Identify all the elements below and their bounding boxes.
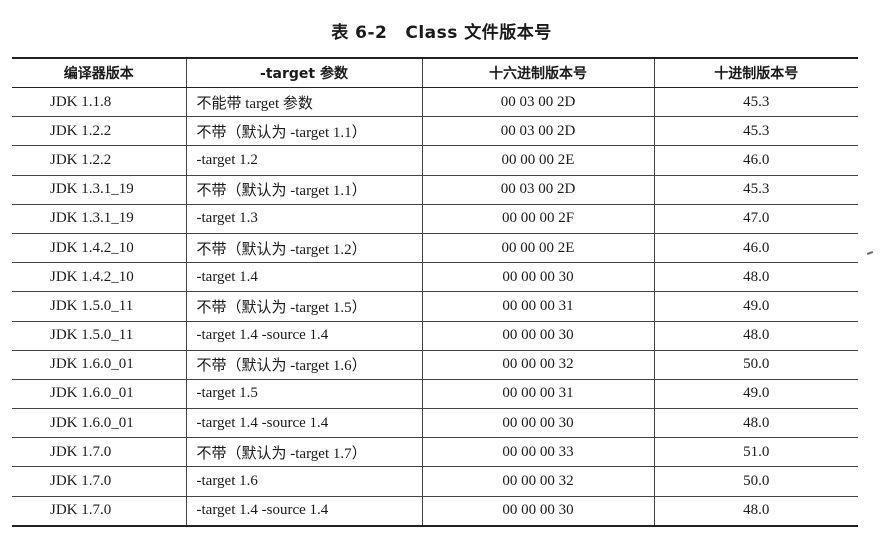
cell-hex: 00 03 00 2D bbox=[421, 116, 654, 147]
cell-hex: 00 00 00 30 bbox=[421, 262, 654, 293]
cell-compiler: JDK 1.7.0 bbox=[12, 496, 186, 527]
cell-hex: 00 00 00 31 bbox=[421, 379, 654, 410]
table-row: JDK 1.4.2_10 不带（默认为 -target 1.2） 00 00 0… bbox=[12, 233, 858, 264]
table-row: JDK 1.7.0 -target 1.6 00 00 00 32 50.0 bbox=[12, 466, 858, 497]
header-row: 编译器版本 -target 参数 十六进制版本号 十进制版本号 bbox=[12, 57, 858, 88]
table-row: JDK 1.2.2 不带（默认为 -target 1.1） 00 03 00 2… bbox=[12, 116, 858, 147]
cell-hex: 00 00 00 2E bbox=[421, 233, 654, 264]
cell-hex: 00 00 00 32 bbox=[421, 466, 654, 497]
cell-compiler: JDK 1.4.2_10 bbox=[12, 233, 186, 264]
cell-target: -target 1.3 bbox=[185, 204, 422, 234]
cell-hex: 00 00 00 2F bbox=[421, 204, 654, 234]
cell-target: -target 1.2 bbox=[185, 145, 422, 176]
cell-compiler: JDK 1.6.0_01 bbox=[12, 350, 186, 380]
cell-dec: 47.0 bbox=[653, 204, 858, 234]
cell-target: -target 1.4 bbox=[185, 262, 422, 293]
class-version-table: 编译器版本 -target 参数 十六进制版本号 十进制版本号 JDK 1.1.… bbox=[12, 57, 858, 527]
cell-compiler: JDK 1.6.0_01 bbox=[12, 408, 186, 439]
cell-target: -target 1.4 -source 1.4 bbox=[185, 408, 422, 439]
cell-dec: 50.0 bbox=[653, 350, 858, 380]
cell-target: 不能带 target 参数 bbox=[185, 87, 422, 118]
cell-target: 不带（默认为 -target 1.5） bbox=[185, 291, 422, 322]
cell-target: 不带（默认为 -target 1.7） bbox=[185, 437, 422, 468]
cell-dec: 48.0 bbox=[653, 408, 858, 439]
cell-compiler: JDK 1.3.1_19 bbox=[12, 175, 186, 205]
cell-target: -target 1.5 bbox=[185, 379, 422, 410]
cell-dec: 45.3 bbox=[653, 175, 858, 205]
cell-hex: 00 00 00 30 bbox=[421, 408, 654, 439]
cell-compiler: JDK 1.5.0_11 bbox=[12, 291, 186, 322]
cell-hex: 00 03 00 2D bbox=[421, 175, 654, 205]
cell-compiler: JDK 1.6.0_01 bbox=[12, 379, 186, 410]
table-title: Class 文件版本号 bbox=[405, 23, 552, 43]
table-row: JDK 1.6.0_01 -target 1.5 00 00 00 31 49.… bbox=[12, 379, 858, 410]
table-number: 表 6-2 bbox=[331, 23, 388, 43]
header-hex-version: 十六进制版本号 bbox=[421, 57, 654, 88]
cell-compiler: JDK 1.5.0_11 bbox=[12, 321, 186, 351]
cell-dec: 50.0 bbox=[653, 466, 858, 497]
header-target-param: -target 参数 bbox=[185, 57, 422, 88]
table-row: JDK 1.3.1_19 不带（默认为 -target 1.1） 00 03 0… bbox=[12, 175, 858, 205]
table-row: JDK 1.5.0_11 不带（默认为 -target 1.5） 00 00 0… bbox=[12, 291, 858, 322]
cell-dec: 48.0 bbox=[653, 496, 858, 527]
cell-compiler: JDK 1.4.2_10 bbox=[12, 262, 186, 293]
cell-dec: 49.0 bbox=[653, 291, 858, 322]
cell-dec: 48.0 bbox=[653, 321, 858, 351]
cell-target: 不带（默认为 -target 1.2） bbox=[185, 233, 422, 264]
cell-target: 不带（默认为 -target 1.6） bbox=[185, 350, 422, 380]
header-compiler-version: 编译器版本 bbox=[12, 57, 186, 88]
table-row: JDK 1.6.0_01 -target 1.4 -source 1.4 00 … bbox=[12, 408, 858, 439]
cell-dec: 49.0 bbox=[653, 379, 858, 410]
cell-hex: 00 03 00 2D bbox=[421, 87, 654, 118]
cell-target: 不带（默认为 -target 1.1） bbox=[185, 175, 422, 205]
table-row: JDK 1.3.1_19 -target 1.3 00 00 00 2F 47.… bbox=[12, 204, 858, 234]
header-dec-version: 十进制版本号 bbox=[653, 57, 858, 88]
cell-target: -target 1.4 -source 1.4 bbox=[185, 496, 422, 527]
table-row: JDK 1.7.0 不带（默认为 -target 1.7） 00 00 00 3… bbox=[12, 437, 858, 468]
cell-dec: 46.0 bbox=[653, 145, 858, 176]
cell-hex: 00 00 00 2E bbox=[421, 145, 654, 176]
cell-dec: 46.0 bbox=[653, 233, 858, 264]
cell-compiler: JDK 1.3.1_19 bbox=[12, 204, 186, 234]
table-row: JDK 1.2.2 -target 1.2 00 00 00 2E 46.0 bbox=[12, 145, 858, 176]
cell-hex: 00 00 00 32 bbox=[421, 350, 654, 380]
cell-target: -target 1.6 bbox=[185, 466, 422, 497]
cell-dec: 51.0 bbox=[653, 437, 858, 468]
table-row: JDK 1.4.2_10 -target 1.4 00 00 00 30 48.… bbox=[12, 262, 858, 293]
table-row: JDK 1.6.0_01 不带（默认为 -target 1.6） 00 00 0… bbox=[12, 350, 858, 380]
cell-hex: 00 00 00 33 bbox=[421, 437, 654, 468]
cell-compiler: JDK 1.2.2 bbox=[12, 116, 186, 147]
cell-target: -target 1.4 -source 1.4 bbox=[185, 321, 422, 351]
cell-compiler: JDK 1.7.0 bbox=[12, 466, 186, 497]
table-caption: 表 6-2 Class 文件版本号 bbox=[0, 18, 883, 43]
cell-dec: 48.0 bbox=[653, 262, 858, 293]
cell-hex: 00 00 00 30 bbox=[421, 321, 654, 351]
cell-hex: 00 00 00 30 bbox=[421, 496, 654, 527]
cell-compiler: JDK 1.1.8 bbox=[12, 87, 186, 118]
cell-dec: 45.3 bbox=[653, 116, 858, 147]
cell-target: 不带（默认为 -target 1.1） bbox=[185, 116, 422, 147]
cell-hex: 00 00 00 31 bbox=[421, 291, 654, 322]
cell-compiler: JDK 1.2.2 bbox=[12, 145, 186, 176]
cell-compiler: JDK 1.7.0 bbox=[12, 437, 186, 468]
table-row: JDK 1.1.8 不能带 target 参数 00 03 00 2D 45.3 bbox=[12, 87, 858, 118]
table-row: JDK 1.5.0_11 -target 1.4 -source 1.4 00 … bbox=[12, 321, 858, 351]
cell-dec: 45.3 bbox=[653, 87, 858, 118]
table-row: JDK 1.7.0 -target 1.4 -source 1.4 00 00 … bbox=[12, 496, 858, 527]
stray-mark bbox=[866, 251, 874, 255]
